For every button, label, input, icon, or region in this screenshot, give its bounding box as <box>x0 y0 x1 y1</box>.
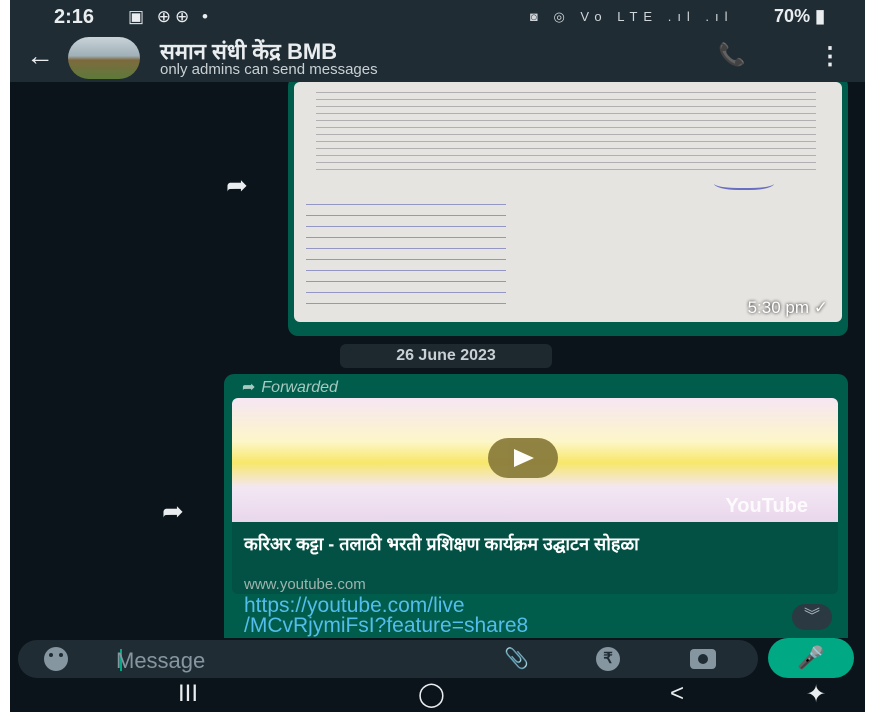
system-nav-bar: III ◯ < ✦ <box>10 678 865 712</box>
mic-button[interactable]: 🎤 <box>768 638 854 678</box>
rupee-icon[interactable]: ₹ <box>596 647 620 671</box>
play-button-icon[interactable] <box>488 438 558 478</box>
message-placeholder[interactable]: Message <box>116 648 205 674</box>
accessibility-button[interactable]: ✦ <box>806 680 826 709</box>
forward-arrow-icon[interactable]: ➦ <box>226 170 248 201</box>
composer-bar: Message 📎 ₹ 🎤 <box>10 638 865 678</box>
youtube-watermark: YouTube <box>725 495 808 517</box>
group-avatar[interactable] <box>68 37 140 79</box>
chat-area[interactable]: 5:30 pm ✓ ➦ 26 June 2023 ➦ Forwarded YouT… <box>10 82 865 638</box>
document-photo[interactable]: 5:30 pm ✓ <box>294 82 842 322</box>
image-message-bubble[interactable]: 5:30 pm ✓ <box>288 82 848 336</box>
add-call-icon[interactable]: 📞 <box>718 42 745 68</box>
camera-icon[interactable] <box>690 649 716 669</box>
mic-icon: 🎤 <box>797 645 825 670</box>
forwarded-label: ➦ Forwarded <box>242 379 338 396</box>
message-time: 5:30 pm ✓ <box>747 298 828 317</box>
signature-mark <box>714 174 774 190</box>
back-button[interactable]: < <box>670 680 684 708</box>
chat-header: ← समान संधी केंद्र BMB only admins can s… <box>10 34 865 82</box>
home-button[interactable]: ◯ <box>418 680 445 709</box>
emoji-icon[interactable] <box>44 647 68 671</box>
forwarded-icon: ➦ <box>242 379 256 396</box>
link-message-bubble[interactable]: ➦ Forwarded YouTube करिअर कट्टा - तलाठी भ… <box>224 374 848 638</box>
recent-apps-button[interactable]: III <box>178 680 198 708</box>
status-bar: 2:16 ▣ ⊕⊕ • ◙ ◎ Vo LTE .ıl .ıl 70% ▮ <box>10 0 865 34</box>
battery-level: 70% ▮ <box>774 6 825 26</box>
status-time: 2:16 <box>54 6 95 28</box>
back-arrow-icon[interactable]: ← <box>26 40 54 72</box>
phone-screen: 2:16 ▣ ⊕⊕ • ◙ ◎ Vo LTE .ıl .ıl 70% ▮ ← स… <box>10 0 865 712</box>
message-link[interactable]: https://youtube.com/live/MCvRjymiFsI?fea… <box>244 595 824 636</box>
handwritten-list <box>306 194 506 306</box>
forward-arrow-icon[interactable]: ➦ <box>162 496 184 527</box>
attach-icon[interactable]: 📎 <box>504 646 529 671</box>
scroll-down-button[interactable]: ︾ <box>792 604 832 630</box>
preview-title[interactable]: करिअर कट्टा - तलाठी भरती प्रशिक्षण कार्य… <box>244 533 824 555</box>
document-text-lines <box>316 86 816 176</box>
video-thumbnail[interactable]: YouTube <box>232 398 838 522</box>
preview-domain: www.youtube.com <box>244 576 366 593</box>
link-preview-card[interactable]: YouTube करिअर कट्टा - तलाठी भरती प्रशिक्… <box>232 398 838 594</box>
date-separator: 26 June 2023 <box>340 344 552 368</box>
notification-icons: ▣ ⊕⊕ • <box>128 7 212 26</box>
message-input-box[interactable]: Message 📎 ₹ <box>18 640 758 678</box>
battery-icon: ▮ <box>815 6 825 26</box>
signal-icons: ◙ ◎ Vo LTE .ıl .ıl <box>530 9 734 24</box>
group-subtitle: only admins can send messages <box>160 61 378 78</box>
more-options-icon[interactable]: ⋮ <box>818 42 842 71</box>
